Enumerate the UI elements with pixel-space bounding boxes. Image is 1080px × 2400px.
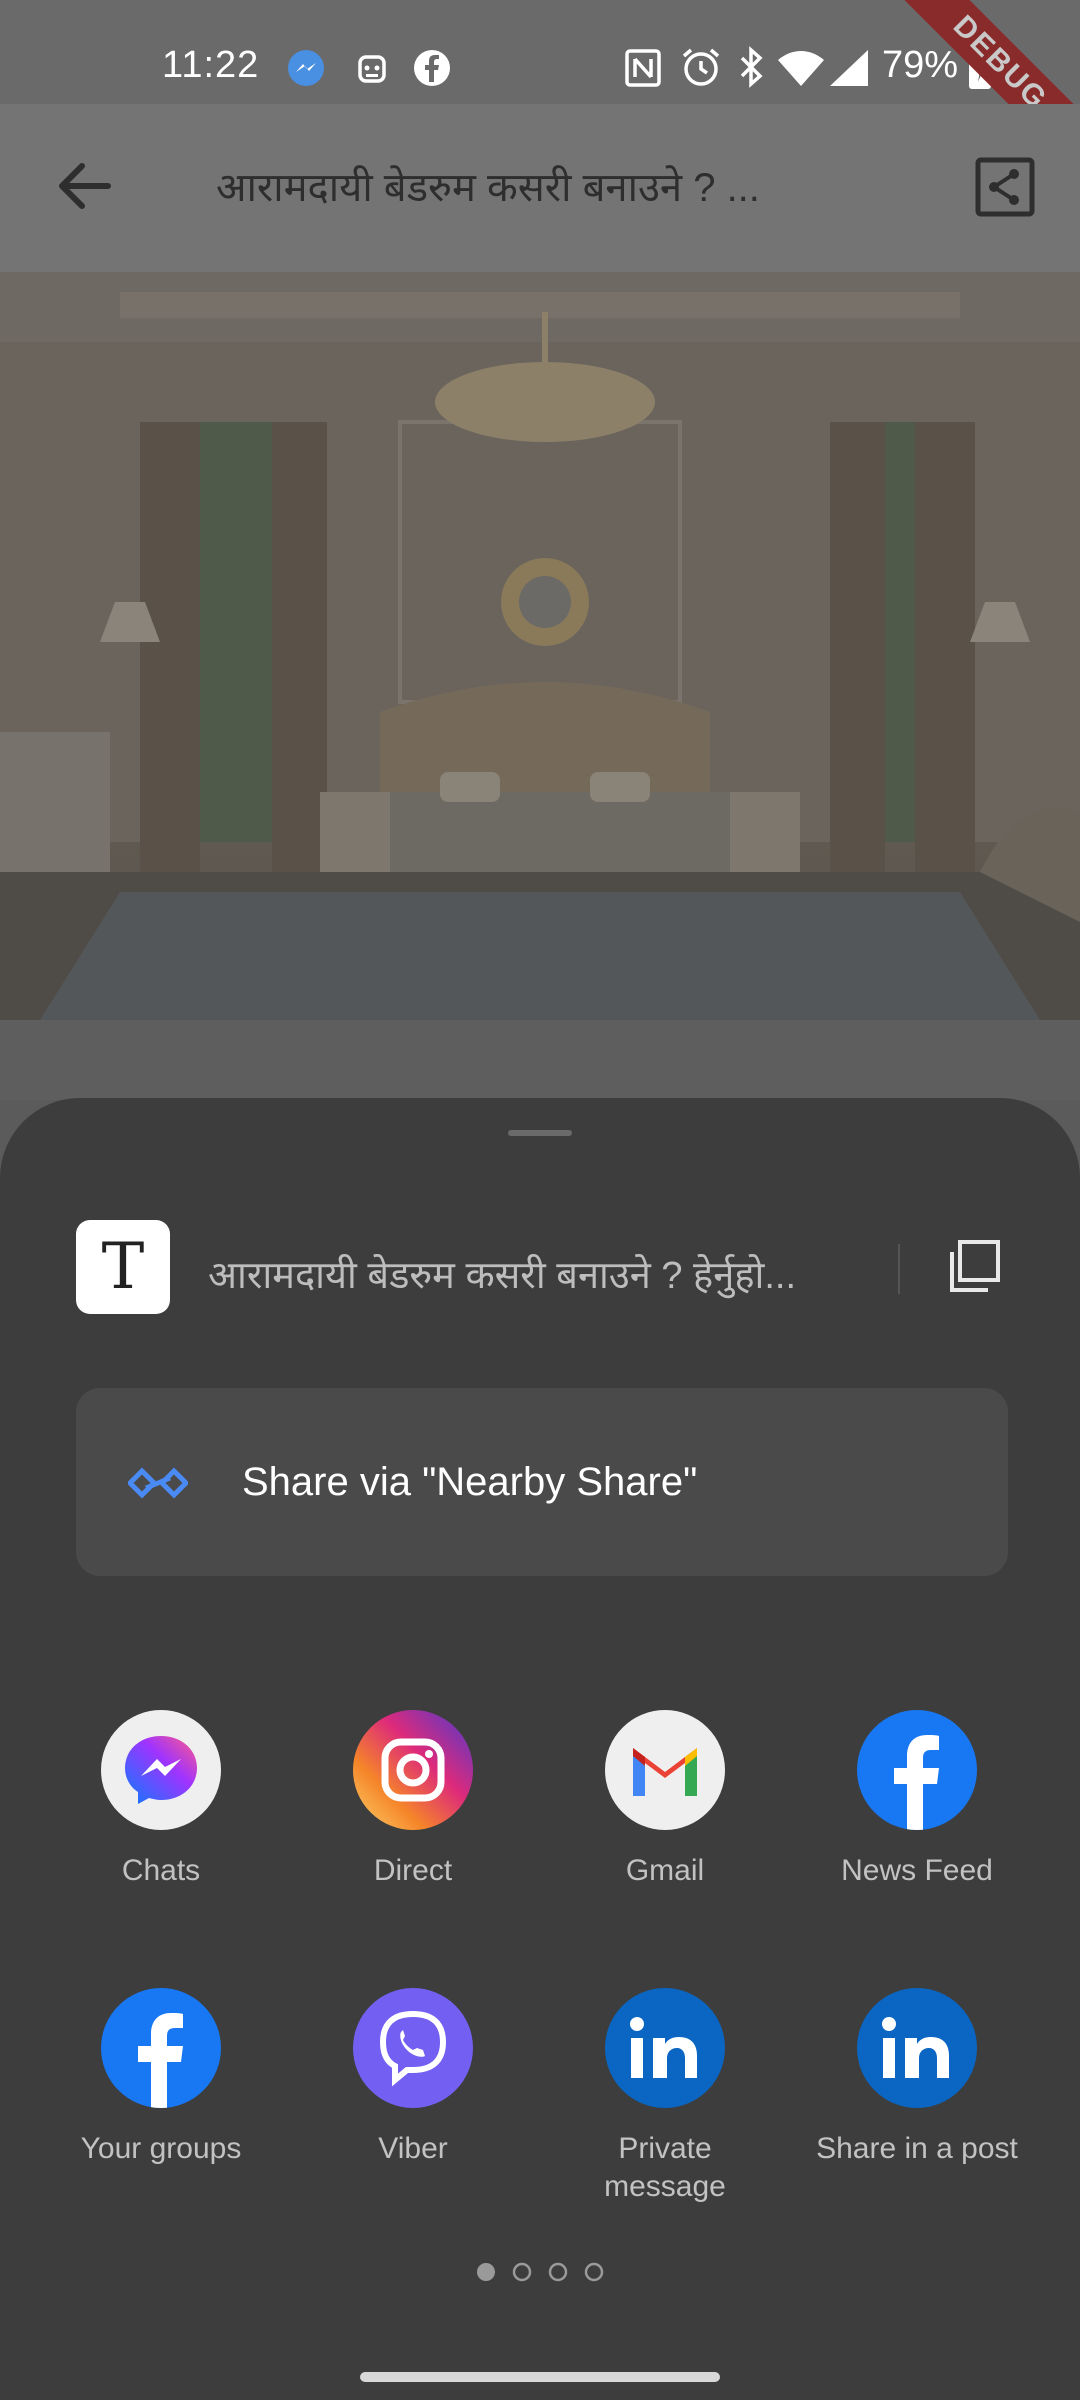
page-title: आरामदायी बेडरुम कसरी बनाउने ? ... xyxy=(216,166,760,210)
nearby-share-icon xyxy=(128,1467,188,1499)
page-dot xyxy=(548,2262,568,2282)
nearby-share-label: Share via "Nearby Share" xyxy=(242,1460,698,1504)
gmail-icon xyxy=(605,1710,725,1830)
share-target-chats[interactable]: Chats xyxy=(36,1710,286,1890)
divider xyxy=(898,1244,900,1294)
share-sheet: T आरामदायी बेडरुम कसरी बनाउने ? हेर्नुहो… xyxy=(0,1098,1080,2400)
gesture-bar[interactable] xyxy=(360,2372,720,2382)
share-target-direct[interactable]: Direct xyxy=(288,1710,538,1890)
copy-icon[interactable] xyxy=(944,1236,1004,1296)
battery-percent: 79% xyxy=(882,44,959,86)
drag-handle[interactable] xyxy=(508,1130,572,1136)
app-label: Chats xyxy=(121,1854,201,1887)
messenger-icon xyxy=(101,1710,221,1830)
app-label: Your groups xyxy=(80,2132,242,2165)
linkedin-icon xyxy=(605,1988,725,2108)
share-preview-text: आरामदायी बेडरुम कसरी बनाउने ? हेर्नुहो..… xyxy=(208,1255,797,1297)
facebook-icon xyxy=(857,1710,977,1830)
app-label: Viber xyxy=(378,2132,448,2165)
arrow-left-icon[interactable] xyxy=(48,150,120,222)
nearby-share-button[interactable]: Share via "Nearby Share" xyxy=(76,1388,1008,1576)
share-target-news-feed[interactable]: News Feed xyxy=(792,1710,1042,1890)
app-label: Private message xyxy=(604,2132,726,2203)
bedroom-illustration xyxy=(0,272,1080,1020)
status-bar: 11:22 79% DEBUG xyxy=(0,0,1080,186)
nfc-icon xyxy=(625,49,661,87)
bedroom-photo xyxy=(0,272,1080,1020)
wifi-icon xyxy=(778,51,824,86)
facebook-icon xyxy=(414,50,450,86)
facebook-icon xyxy=(101,1988,221,2108)
page-indicator xyxy=(477,2262,604,2282)
messenger-icon xyxy=(288,50,324,86)
article-body-peek xyxy=(0,1020,1080,1100)
app-label: News Feed xyxy=(841,1854,993,1887)
share-icon[interactable] xyxy=(972,154,1038,220)
text-preview-thumbnail: T xyxy=(76,1220,170,1314)
share-target-viber[interactable]: Viber xyxy=(288,1988,538,2168)
app-label: Share in a post xyxy=(816,2132,1018,2165)
app-label: Direct xyxy=(373,1854,453,1887)
page-dot xyxy=(584,2262,604,2282)
viber-icon xyxy=(353,1988,473,2108)
linkedin-icon xyxy=(857,1988,977,2108)
share-target-your-groups[interactable]: Your groups xyxy=(36,1988,286,2168)
status-time: 11:22 xyxy=(162,44,260,86)
instagram-icon xyxy=(353,1710,473,1830)
robot-icon xyxy=(358,55,386,83)
page-dot xyxy=(512,2262,532,2282)
share-target-share-in-post[interactable]: Share in a post xyxy=(792,1988,1042,2168)
app-bar: आरामदायी बेडरुम कसरी बनाउने ? ... xyxy=(0,104,1080,272)
signal-icon xyxy=(830,50,868,86)
share-target-private-message[interactable]: Private message xyxy=(540,1988,790,2206)
share-target-gmail[interactable]: Gmail xyxy=(540,1710,790,1890)
page-dot-active xyxy=(477,2263,495,2281)
alarm-icon xyxy=(682,48,720,86)
app-label: Gmail xyxy=(625,1854,705,1887)
bluetooth-icon xyxy=(740,46,763,88)
